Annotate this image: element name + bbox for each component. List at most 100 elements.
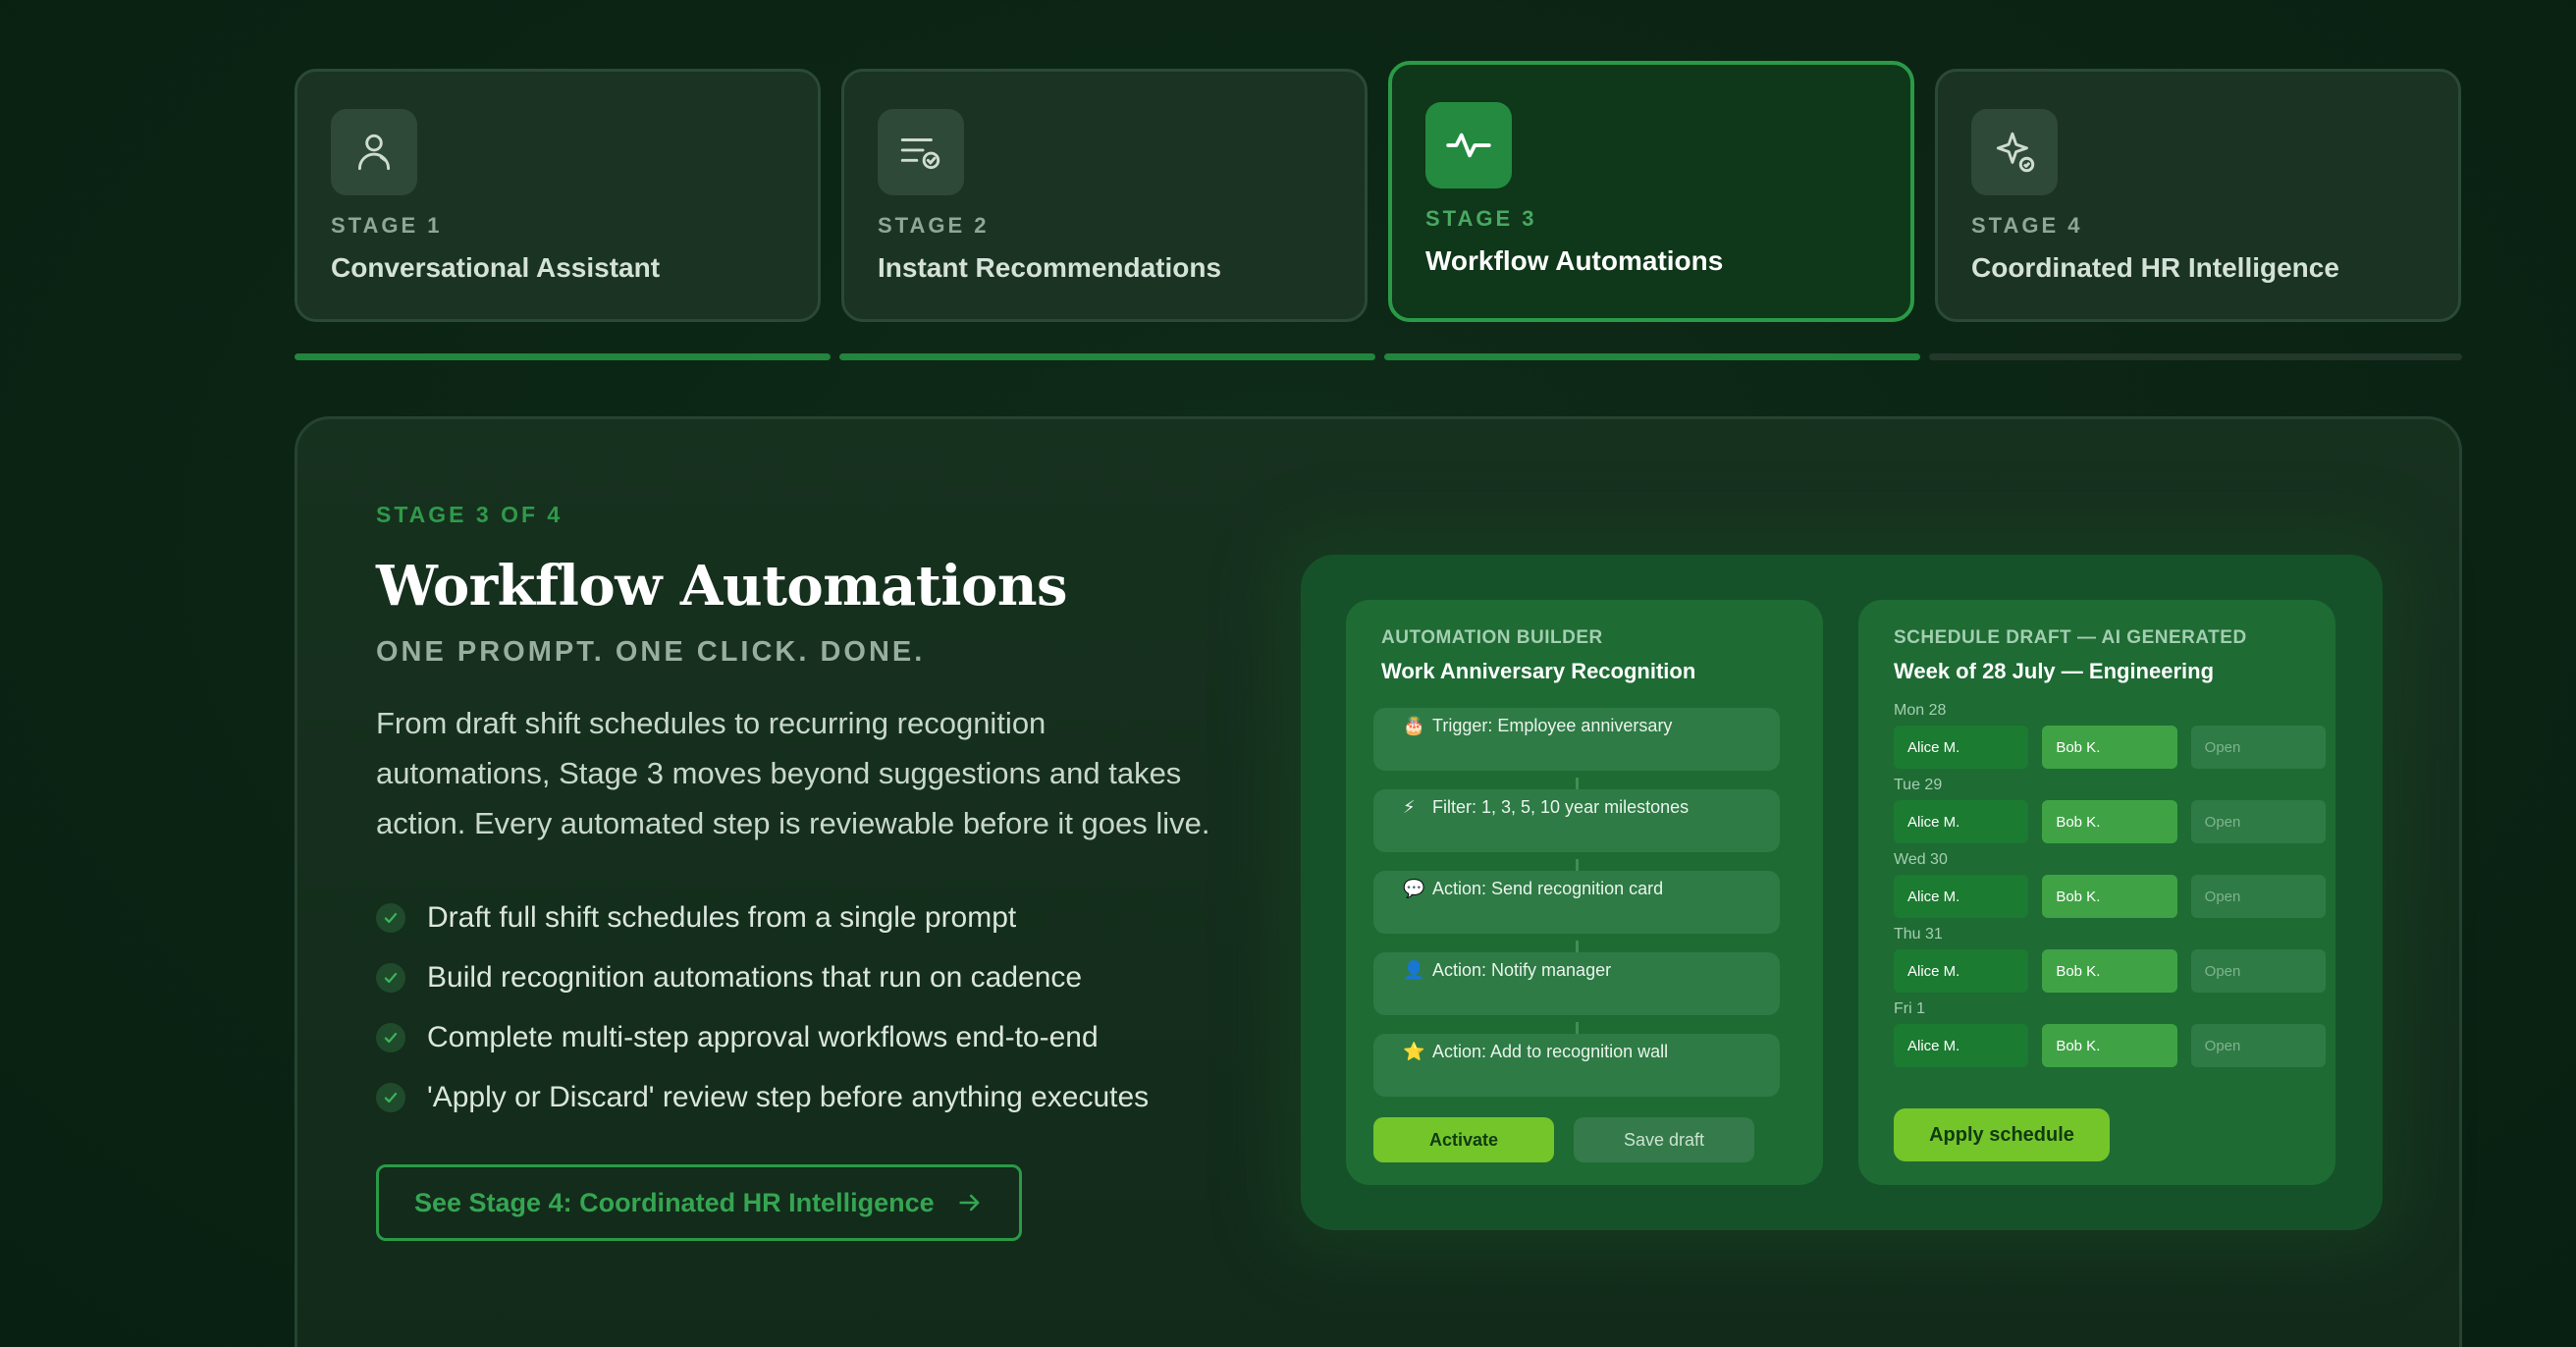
step-text: Trigger: Employee anniversary [1432,716,1673,735]
feature-text: 'Apply or Discard' review step before an… [427,1080,1150,1113]
feature-text: Draft full shift schedules from a single… [427,900,1017,934]
automation-step[interactable]: ⚡ Filter: 1, 3, 5, 10 year milestones [1373,789,1780,871]
step-text: Filter: 1, 3, 5, 10 year milestones [1432,797,1690,817]
shift-slot-open[interactable]: Open [2190,875,2326,918]
check-icon [376,962,405,993]
shift-slot[interactable]: Bob K. [2042,1024,2177,1067]
automation-step[interactable]: 💬 Action: Send recognition card [1373,871,1780,952]
stage-selector: STAGE 1 Conversational Assistant STAGE 2… [295,61,2462,324]
automation-step[interactable]: 🎂 Trigger: Employee anniversary [1373,708,1780,789]
shift-slot[interactable]: Alice M. [1894,875,2029,918]
apply-schedule-button[interactable]: Apply schedule [1894,1108,2110,1161]
automation-steps: 🎂 Trigger: Employee anniversary ⚡ Filter… [1373,708,1780,1115]
next-stage-label: See Stage 4: Coordinated HR Intelligence [414,1187,935,1217]
shift-slot[interactable]: Bob K. [2042,875,2177,918]
stage-detail-text: STAGE 3 OF 4 Workflow Automations ONE PR… [376,502,1240,1241]
tagline: ONE PROMPT. ONE CLICK. DONE. [376,636,926,668]
page-title: Workflow Automations [376,554,1068,619]
automation-step[interactable]: 👤 Action: Notify manager [1373,952,1780,1034]
step-connector [1576,859,1579,871]
stage-card-1[interactable]: STAGE 1 Conversational Assistant [295,69,821,322]
description: From draft shift schedules to recurring … [376,706,1210,840]
check-icon [376,902,405,933]
step-text: Action: Send recognition card [1432,879,1664,898]
day-row: Alice M. Bob K. Open [1894,1024,2326,1067]
day-row: Alice M. Bob K. Open [1894,726,2326,769]
check-icon [376,1082,405,1112]
stage-card-2[interactable]: STAGE 2 Instant Recommendations [841,69,1368,322]
save-draft-button[interactable]: Save draft [1574,1117,1754,1162]
schedule-draft-card: SCHEDULE DRAFT — AI GENERATED Week of 28… [1858,600,2335,1185]
shift-slot-open[interactable]: Open [2190,726,2326,769]
list-item: Draft full shift schedules from a single… [376,888,1240,947]
preview-mockups: AUTOMATION BUILDER Work Anniversary Reco… [1301,555,2383,1230]
progress-segment [1929,353,2462,360]
cake-icon: 🎂 [1403,716,1425,735]
lightning-icon: ⚡ [1403,797,1416,817]
automation-step[interactable]: ⭐ Action: Add to recognition wall [1373,1034,1780,1097]
day-row: Alice M. Bob K. Open [1894,800,2326,843]
star-icon: ⭐ [1403,1042,1425,1061]
list-item: 'Apply or Discard' review step before an… [376,1067,1240,1127]
progress-segment [1384,353,1920,360]
shift-slot[interactable]: Bob K. [2042,726,2177,769]
feature-list: Draft full shift schedules from a single… [376,888,1240,1127]
shift-slot-open[interactable]: Open [2190,1024,2326,1067]
activate-button[interactable]: Activate [1373,1117,1554,1162]
builder-actions: Activate Save draft [1373,1117,1754,1162]
feature-text: Build recognition automations that run o… [427,960,1083,994]
sparkle-check-icon [1971,109,2058,195]
list-check-icon [878,109,964,195]
stage-name: Instant Recommendations [878,252,1222,283]
stage-name: Conversational Assistant [331,252,661,283]
day-row: Alice M. Bob K. Open [1894,949,2326,993]
shift-slot[interactable]: Alice M. [1894,800,2029,843]
step-text: Action: Notify manager [1432,960,1612,980]
day-label: Mon 28 [1894,702,1947,719]
card-kicker: AUTOMATION BUILDER [1381,627,1603,648]
step-connector [1576,941,1579,952]
stage-kicker: STAGE 3 [1425,206,1537,231]
schedule-grid: Mon 28 Alice M. Bob K. Open Tue 29 Alice… [1894,700,2326,1075]
day-label: Thu 31 [1894,926,1943,943]
shift-slot[interactable]: Alice M. [1894,949,2029,993]
activity-icon [1425,102,1512,189]
day-row: Alice M. Bob K. Open [1894,875,2326,918]
step-connector [1576,1022,1579,1034]
stage-card-4[interactable]: STAGE 4 Coordinated HR Intelligence [1935,69,2461,322]
progress-segment [295,353,831,360]
day-label: Fri 1 [1894,1000,1925,1017]
shift-slot[interactable]: Bob K. [2042,800,2177,843]
progress-segment [839,353,1375,360]
stage-name: Coordinated HR Intelligence [1971,252,2339,283]
stage-counter: STAGE 3 OF 4 [376,502,564,527]
card-title: Week of 28 July — Engineering [1894,659,2215,683]
feature-text: Complete multi-step approval workflows e… [427,1020,1099,1053]
shift-slot-open[interactable]: Open [2190,800,2326,843]
day-label: Wed 30 [1894,851,1948,868]
step-connector [1576,778,1579,789]
shift-slot-open[interactable]: Open [2190,949,2326,993]
stage-card-3[interactable]: STAGE 3 Workflow Automations [1388,61,1914,322]
step-text: Action: Add to recognition wall [1432,1042,1669,1061]
arrow-right-icon [959,1194,980,1212]
person-icon: 👤 [1403,960,1425,980]
automation-builder-card: AUTOMATION BUILDER Work Anniversary Reco… [1346,600,1823,1185]
list-item: Complete multi-step approval workflows e… [376,1007,1240,1067]
next-stage-button[interactable]: See Stage 4: Coordinated HR Intelligence [376,1164,1022,1241]
shift-slot[interactable]: Bob K. [2042,949,2177,993]
stage-name: Workflow Automations [1425,245,1724,276]
list-item: Build recognition automations that run o… [376,947,1240,1007]
shift-slot[interactable]: Alice M. [1894,726,2029,769]
day-label: Tue 29 [1894,777,1943,793]
stage-detail-panel: STAGE 3 OF 4 Workflow Automations ONE PR… [295,416,2462,1347]
stage-kicker: STAGE 1 [331,213,443,238]
check-icon [376,1022,405,1052]
user-icon [331,109,417,195]
stage-progress-bar [295,353,2462,361]
speech-bubble-icon: 💬 [1403,879,1425,898]
shift-slot[interactable]: Alice M. [1894,1024,2029,1067]
card-kicker: SCHEDULE DRAFT — AI GENERATED [1894,627,2247,648]
card-title: Work Anniversary Recognition [1381,659,1696,683]
stage-kicker: STAGE 2 [878,213,990,238]
